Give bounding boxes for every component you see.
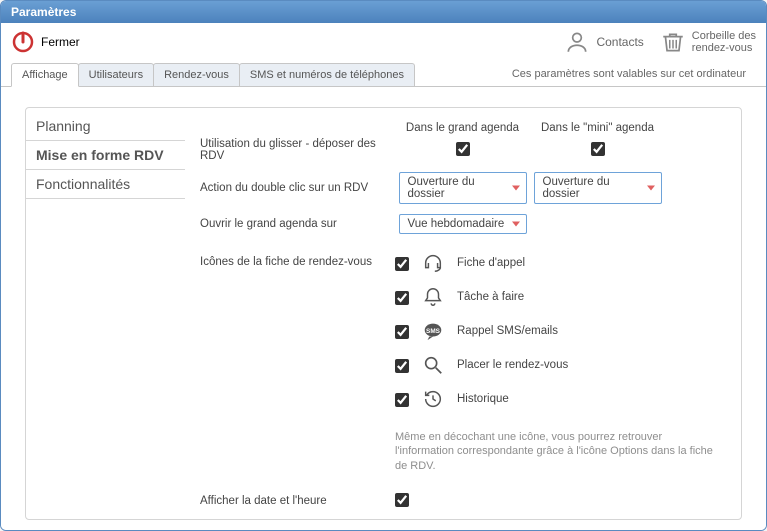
icon-label-historique: Historique [457, 393, 509, 405]
row-ouvrir-agenda: Ouvrir le grand agenda sur Vue hebdomada… [200, 214, 723, 234]
sms-icon: SMS [422, 320, 444, 342]
trash-label-2: rendez-vous [692, 42, 756, 54]
check-placer[interactable] [395, 359, 409, 373]
tab-sms[interactable]: SMS et numéros de téléphones [239, 63, 415, 86]
trash-button[interactable]: Corbeille des rendez-vous [660, 29, 756, 55]
sidebar-item-mise-en-forme[interactable]: Mise en forme RDV [26, 141, 185, 170]
contacts-button[interactable]: Contacts [564, 29, 643, 55]
dd-doubleclic-grand[interactable]: Ouverture du dossier [399, 172, 527, 204]
icon-row-historique: Historique [395, 388, 715, 410]
label-date-heure: Afficher la date et l'heure [200, 495, 395, 507]
icon-label-tache: Tâche à faire [457, 291, 524, 303]
row-icons: Icônes de la fiche de rendez-vous Fiche … [200, 252, 723, 473]
header-mini-agenda: Dans le "mini" agenda [530, 122, 665, 134]
icon-row-tache: Tâche à faire [395, 286, 715, 308]
svg-text:SMS: SMS [426, 328, 441, 335]
row-glisser-deposer: Utilisation du glisser - déposer des RDV [200, 138, 723, 162]
sidebar-item-fonctionnalites[interactable]: Fonctionnalités [26, 170, 185, 199]
main-panel: Dans le grand agenda Dans le "mini" agen… [186, 108, 741, 519]
contact-icon [564, 29, 590, 55]
trash-label-1: Corbeille des [692, 30, 756, 42]
close-button[interactable]: Fermer [11, 30, 80, 54]
bell-icon [422, 286, 444, 308]
tabs: Affichage Utilisateurs Rendez-vous SMS e… [1, 57, 766, 87]
tab-affichage[interactable]: Affichage [11, 63, 79, 87]
contacts-label: Contacts [596, 35, 643, 49]
inner-panel: Planning Mise en forme RDV Fonctionnalit… [25, 107, 742, 520]
tabs-caption: Ces paramètres sont valables sur cet ord… [512, 68, 746, 80]
row-date-heure: Afficher la date et l'heure [200, 493, 723, 510]
check-tache[interactable] [395, 291, 409, 305]
dd-doubleclic-mini[interactable]: Ouverture du dossier [534, 172, 662, 204]
label-ouvrir: Ouvrir le grand agenda sur [200, 218, 395, 230]
header-grand-agenda: Dans le grand agenda [395, 122, 530, 134]
titlebar: Paramètres [1, 1, 766, 23]
trash-icon [660, 29, 686, 55]
settings-window: Paramètres Fermer Contacts [0, 0, 767, 531]
sidebar-item-planning[interactable]: Planning [26, 112, 185, 141]
power-icon [11, 30, 35, 54]
toolbar: Fermer Contacts Corbeille des [1, 23, 766, 57]
icon-label-fiche-appel: Fiche d'appel [457, 257, 525, 269]
check-fiche-appel[interactable] [395, 257, 409, 271]
icon-label-rappel: Rappel SMS/emails [457, 325, 558, 337]
icon-row-placer: Placer le rendez-vous [395, 354, 715, 376]
search-icon [422, 354, 444, 376]
icon-label-placer: Placer le rendez-vous [457, 359, 568, 371]
sidebar: Planning Mise en forme RDV Fonctionnalit… [26, 108, 186, 519]
label-glisser: Utilisation du glisser - déposer des RDV [200, 138, 395, 162]
headset-icon [422, 252, 444, 274]
check-historique[interactable] [395, 393, 409, 407]
tab-rendezvous[interactable]: Rendez-vous [153, 63, 240, 86]
icons-hint: Même en décochant une icône, vous pourre… [395, 430, 715, 473]
window-title: Paramètres [11, 5, 76, 19]
tab-utilisateurs[interactable]: Utilisateurs [78, 63, 154, 86]
icon-row-fiche-appel: Fiche d'appel [395, 252, 715, 274]
close-label: Fermer [41, 35, 80, 49]
check-date-heure[interactable] [395, 493, 409, 507]
check-glisser-mini[interactable] [591, 142, 605, 156]
dd-ouvrir-agenda[interactable]: Vue hebdomadaire [399, 214, 527, 234]
icon-row-rappel-sms: SMS Rappel SMS/emails [395, 320, 715, 342]
history-icon [422, 388, 444, 410]
row-double-clic: Action du double clic sur un RDV Ouvertu… [200, 172, 723, 204]
check-rappel-sms[interactable] [395, 325, 409, 339]
check-glisser-grand[interactable] [456, 142, 470, 156]
label-icons: Icônes de la fiche de rendez-vous [200, 252, 395, 268]
label-double-clic: Action du double clic sur un RDV [200, 182, 395, 194]
content: Planning Mise en forme RDV Fonctionnalit… [1, 87, 766, 530]
column-headers: Dans le grand agenda Dans le "mini" agen… [395, 122, 723, 134]
